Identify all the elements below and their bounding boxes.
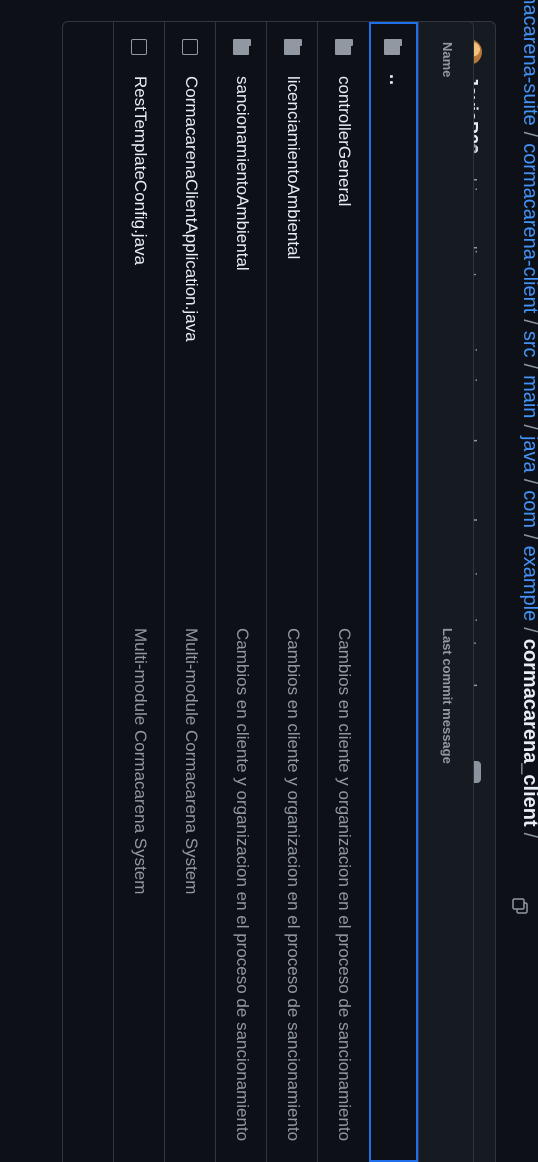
breadcrumb: cormacarena-suite / cormacarena-client /… <box>510 0 538 838</box>
breadcrumb-item[interactable]: java <box>519 436 538 473</box>
table-row[interactable]: CormacarenaClientApplication.java Multi-… <box>164 22 216 1162</box>
breadcrumb-separator: / <box>519 627 538 633</box>
breadcrumb-item[interactable]: cormacarena-suite <box>519 0 538 126</box>
file-name[interactable]: licenciamientoAmbiental <box>283 76 303 259</box>
breadcrumb-separator: / <box>519 424 538 430</box>
breadcrumb-item[interactable]: cormacarena-client <box>519 143 538 313</box>
file-commit-message[interactable]: Multi-module Cormacarena System <box>130 628 150 894</box>
breadcrumb-separator: / <box>519 479 538 485</box>
file-table: Name Last commit message .. controllerGe… <box>62 21 474 1162</box>
file-name[interactable]: RestTemplateConfig.java <box>130 76 150 265</box>
table-row[interactable]: licenciamientoAmbiental Cambios en clien… <box>266 22 318 1162</box>
breadcrumb-separator: / <box>519 833 538 839</box>
file-name[interactable]: controllerGeneral <box>334 76 354 206</box>
file-browser-view: cormacarena-suite / cormacarena-client /… <box>0 0 538 1144</box>
breadcrumb-item[interactable]: example <box>519 546 538 622</box>
table-row[interactable]: RestTemplateConfig.java Multi-module Cor… <box>113 22 165 1162</box>
file-commit-message[interactable]: Cambios en cliente y organizacion en el … <box>283 628 303 1141</box>
table-row[interactable]: sancionamientoAmbiental Cambios en clien… <box>215 22 267 1162</box>
file-commit-message[interactable]: Cambios en cliente y organizacion en el … <box>232 628 252 1141</box>
breadcrumb-separator: / <box>519 319 538 325</box>
breadcrumb-current: cormacarena_client <box>519 639 538 827</box>
file-name[interactable]: CormacarenaClientApplication.java <box>181 76 201 342</box>
breadcrumb-item[interactable]: main <box>519 375 538 418</box>
parent-directory-row[interactable]: .. <box>369 22 418 1162</box>
file-commit-message[interactable]: Cambios en cliente y organizacion en el … <box>334 628 354 1141</box>
file-commit-message[interactable]: Multi-module Cormacarena System <box>181 628 201 894</box>
table-header: Name Last commit message <box>418 22 473 1162</box>
copy-icon[interactable] <box>512 898 528 914</box>
breadcrumb-separator: / <box>519 534 538 540</box>
file-icon <box>182 39 198 55</box>
parent-directory-label[interactable]: .. <box>385 74 406 86</box>
breadcrumb-item[interactable]: src <box>519 331 538 358</box>
column-header-commit: Last commit message <box>440 628 455 764</box>
folder-icon <box>233 39 249 55</box>
file-icon <box>131 39 147 55</box>
breadcrumb-separator: / <box>519 364 538 370</box>
folder-icon <box>284 39 300 55</box>
breadcrumb-item[interactable]: com <box>519 490 538 528</box>
column-header-name: Name <box>440 42 455 77</box>
file-name[interactable]: sancionamientoAmbiental <box>232 76 252 271</box>
table-row[interactable]: controllerGeneral Cambios en cliente y o… <box>317 22 369 1162</box>
breadcrumb-separator: / <box>519 132 538 138</box>
folder-icon <box>335 39 351 55</box>
folder-icon <box>384 39 400 55</box>
